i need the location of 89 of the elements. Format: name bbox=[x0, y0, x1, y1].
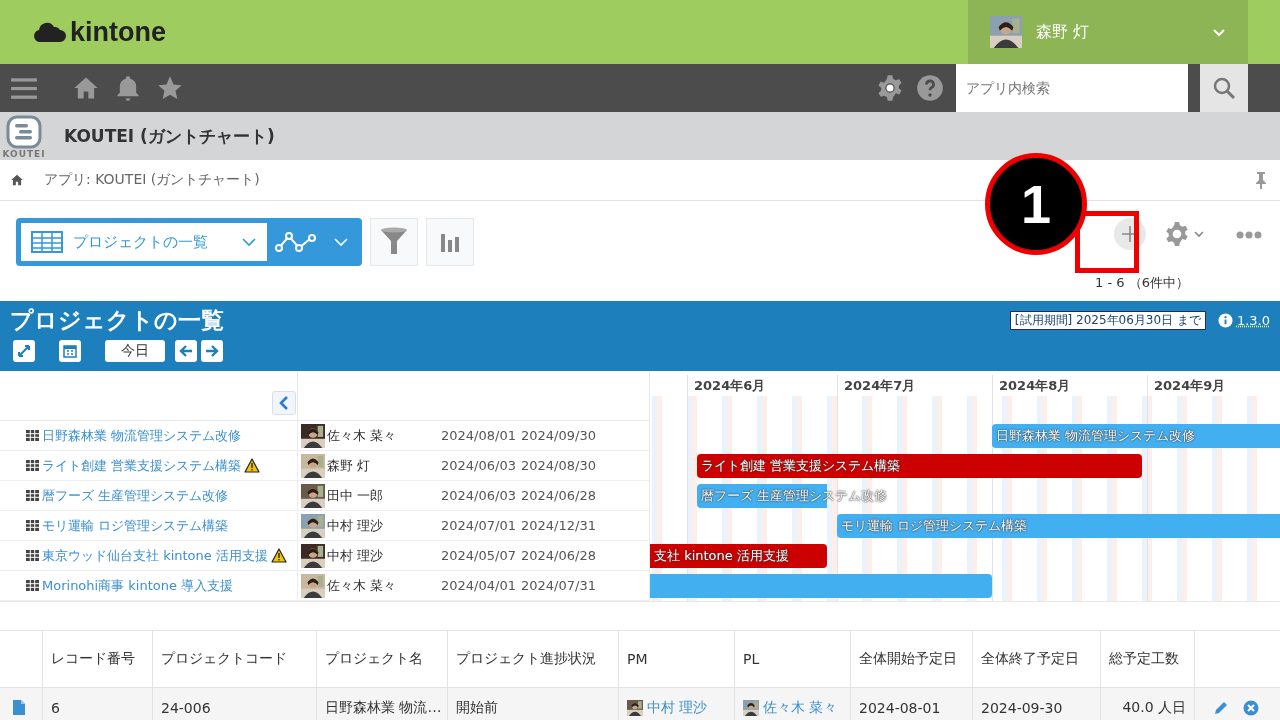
previous-button[interactable] bbox=[175, 340, 197, 362]
start-date: 2024/07/01 bbox=[441, 518, 517, 533]
info-icon bbox=[1217, 313, 1233, 328]
table-cell: 2024-08-01 bbox=[850, 687, 972, 720]
caret-icon bbox=[1194, 229, 1204, 239]
end-date: 2024/12/31 bbox=[521, 518, 597, 533]
close-icon bbox=[1243, 699, 1259, 716]
start-date: 2024/06/03 bbox=[441, 488, 517, 503]
filter-button[interactable] bbox=[370, 218, 418, 266]
pin-icon bbox=[1254, 171, 1268, 189]
line-chart-icon bbox=[275, 230, 317, 254]
start-date: 2024/06/03 bbox=[441, 458, 517, 473]
arrow-left-icon bbox=[179, 344, 193, 358]
end-date: 2024/06/28 bbox=[521, 548, 597, 563]
start-date: 2024/08/01 bbox=[441, 428, 517, 443]
app-icon bbox=[6, 115, 42, 149]
gantt-title: プロジェクトの一覧 bbox=[10, 306, 225, 335]
grid-icon bbox=[26, 460, 39, 471]
trial-badge: [試用期間] 2025年06月30日 まで bbox=[1009, 311, 1206, 330]
end-date: 2024/07/31 bbox=[521, 578, 597, 593]
search-icon bbox=[1212, 76, 1236, 100]
person-name: 中村 理沙 bbox=[327, 516, 384, 535]
person-name: 中村 理沙 bbox=[327, 546, 384, 565]
arrow-right-icon bbox=[205, 344, 219, 358]
user-name: 森野 灯 bbox=[1036, 21, 1091, 43]
search-button[interactable] bbox=[1200, 64, 1248, 112]
settings-button[interactable] bbox=[1164, 221, 1204, 247]
project-link[interactable]: 日野森林業 物流管理システム改修 bbox=[42, 426, 242, 445]
table-cell: 2024-09-30 bbox=[972, 687, 1100, 720]
table-cell: 40.0 人日 bbox=[1100, 687, 1194, 720]
today-button[interactable]: 今日 bbox=[105, 340, 165, 362]
home-icon bbox=[10, 173, 24, 187]
task-bar[interactable]: ライト創建 営業支援システム構築 bbox=[697, 454, 1142, 478]
more-icon bbox=[1236, 230, 1262, 239]
start-date: 2024/04/01 bbox=[441, 578, 517, 593]
settings-icon bbox=[876, 74, 904, 102]
app-title: KOUTEI (ガントチャート) bbox=[64, 124, 275, 148]
logo-text: kintone bbox=[70, 16, 166, 48]
table-cell: 6 bbox=[42, 687, 152, 720]
grid-icon bbox=[26, 550, 39, 561]
grid-icon bbox=[26, 580, 39, 591]
record-count: 1 - 6 （6件中） bbox=[1095, 274, 1189, 292]
project-link[interactable]: ライト創建 営業支援システム構築 bbox=[42, 456, 242, 475]
table-cell: 開始前 bbox=[447, 687, 618, 720]
person-name: 森野 灯 bbox=[327, 456, 371, 475]
help-icon bbox=[916, 74, 944, 102]
table-icon bbox=[31, 231, 63, 253]
task-bar[interactable]: 日野森林業 物流管理システム改修 bbox=[992, 424, 1280, 448]
person-name: 佐々木 菜々 bbox=[327, 426, 397, 445]
end-date: 2024/08/30 bbox=[521, 458, 597, 473]
bar-chart-icon bbox=[440, 231, 460, 253]
document-icon bbox=[12, 699, 26, 716]
chevron-left-icon bbox=[279, 396, 289, 410]
project-link[interactable]: 暦フーズ 生産管理システム改修 bbox=[42, 486, 229, 505]
task-bar[interactable]: モリ運輸 ロジ管理システム構築 bbox=[837, 514, 1280, 538]
step-number: 1 bbox=[985, 153, 1087, 255]
end-date: 2024/06/28 bbox=[521, 488, 597, 503]
settings-icon bbox=[1164, 221, 1190, 247]
person-name: 佐々木 菜々 bbox=[327, 576, 397, 595]
grid-icon bbox=[26, 430, 39, 441]
app-icon-caption: KOUTEI bbox=[2, 149, 46, 159]
table-cell: 24-006 bbox=[152, 687, 316, 720]
edit-button[interactable] bbox=[1213, 699, 1229, 716]
start-date: 2024/05/07 bbox=[441, 548, 517, 563]
cloud-logo-icon bbox=[34, 21, 66, 43]
project-link[interactable]: Morinohi商事 kintone 導入支援 bbox=[42, 576, 234, 595]
grid-icon bbox=[26, 520, 39, 531]
grid-icon bbox=[26, 490, 39, 501]
search-field[interactable]: アプリ内検索 bbox=[956, 64, 1188, 112]
version-link[interactable]: 1.3.0 bbox=[1236, 313, 1270, 328]
collapse-button[interactable] bbox=[272, 391, 296, 415]
calendar-icon bbox=[63, 344, 77, 358]
next-button[interactable] bbox=[201, 340, 223, 362]
project-link[interactable]: モリ運輸 ロジ管理システム構築 bbox=[42, 516, 229, 535]
view-dropdown[interactable]: プロジェクトの一覧 bbox=[21, 223, 267, 261]
user-menu[interactable]: 森野 灯 bbox=[968, 0, 1248, 64]
funnel-icon bbox=[380, 227, 408, 257]
project-link[interactable]: 東京ウッド仙台支社 kintone 活用支援 bbox=[42, 546, 268, 565]
star-icon bbox=[156, 74, 184, 102]
person-name: 田中 一郎 bbox=[327, 486, 384, 505]
pencil-icon bbox=[1213, 699, 1229, 716]
table-cell: 日野森林業 物流… bbox=[316, 687, 447, 720]
expand-button[interactable] bbox=[13, 340, 35, 362]
task-bar[interactable]: 支社 kintone 活用支援 bbox=[650, 544, 827, 568]
end-date: 2024/09/30 bbox=[521, 428, 597, 443]
graph-button[interactable] bbox=[426, 218, 474, 266]
expand-icon bbox=[17, 344, 31, 358]
calendar-button[interactable] bbox=[59, 340, 81, 362]
delete-button[interactable] bbox=[1243, 699, 1259, 716]
